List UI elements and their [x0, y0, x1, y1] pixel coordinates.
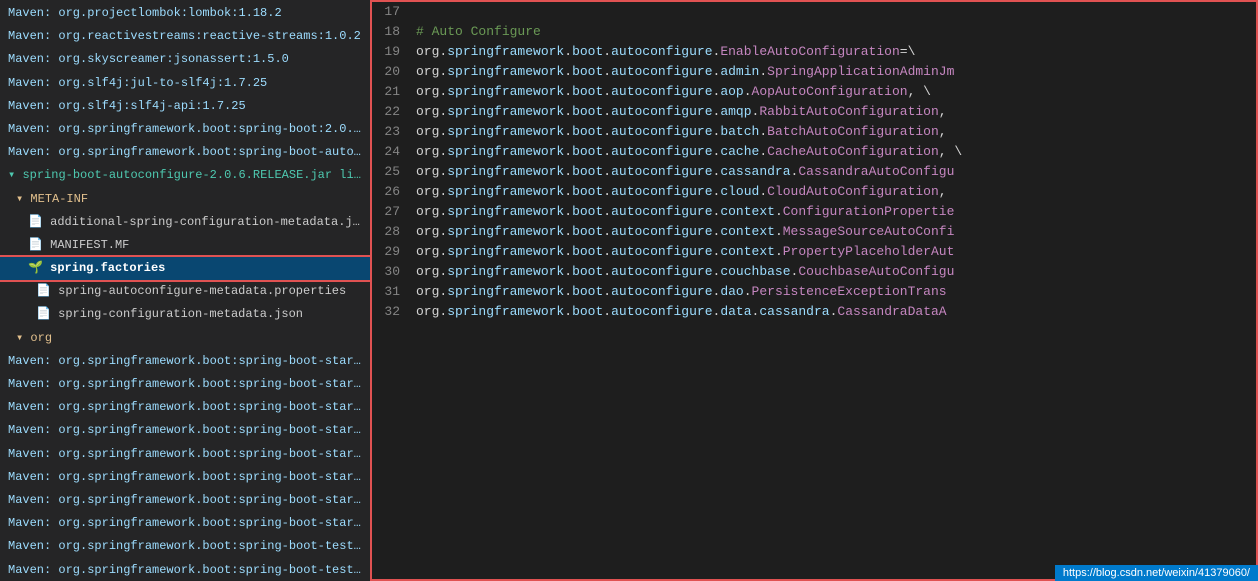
line-content-21: org.springframework.boot.autoconfigure.a… [412, 82, 1256, 102]
line-content-27: org.springframework.boot.autoconfigure.c… [412, 202, 1256, 222]
code-content: 17 18 # Auto Configure 19 org.springfram… [372, 2, 1256, 322]
line-content-31: org.springframework.boot.autoconfigure.d… [412, 282, 1256, 302]
line-num-31: 31 [372, 282, 412, 302]
code-editor-panel: 17 18 # Auto Configure 19 org.springfram… [370, 0, 1258, 581]
line-content-29: org.springframework.boot.autoconfigure.c… [412, 242, 1256, 262]
tree-item-spring-boot[interactable]: Maven: org.springframework.boot:spring-b… [0, 118, 370, 141]
tree-item-starter-loggi[interactable]: Maven: org.springframework.boot:spring-b… [0, 443, 370, 466]
code-line-28: 28 org.springframework.boot.autoconfigur… [372, 222, 1256, 242]
line-content-30: org.springframework.boot.autoconfigure.c… [412, 262, 1256, 282]
tree-item-starter-jdbc[interactable]: Maven: org.springframework.boot:spring-b… [0, 396, 370, 419]
line-num-20: 20 [372, 62, 412, 82]
code-line-18: 18 # Auto Configure [372, 22, 1256, 42]
tree-item-slf4j-api[interactable]: Maven: org.slf4j:slf4j-api:1.7.25 [0, 95, 370, 118]
tree-item-spring-boot-auto[interactable]: Maven: org.springframework.boot:spring-b… [0, 141, 370, 164]
line-num-21: 21 [372, 82, 412, 102]
tree-item-manifest[interactable]: 📄 MANIFEST.MF [0, 234, 370, 257]
line-content-22: org.springframework.boot.autoconfigure.a… [412, 102, 1256, 122]
line-content-26: org.springframework.boot.autoconfigure.c… [412, 182, 1256, 202]
line-num-29: 29 [372, 242, 412, 262]
code-line-21: 21 org.springframework.boot.autoconfigur… [372, 82, 1256, 102]
tree-item-reactive[interactable]: Maven: org.reactivestreams:reactive-stre… [0, 25, 370, 48]
line-num-17: 17 [372, 2, 412, 22]
code-line-23: 23 org.springframework.boot.autoconfigur… [372, 122, 1256, 142]
file-tree-panel[interactable]: Maven: org.projectlombok:lombok:1.18.2 M… [0, 0, 370, 581]
tree-item-autoconfigure-meta[interactable]: 📄 spring-autoconfigure-metadata.properti… [0, 280, 370, 303]
line-num-27: 27 [372, 202, 412, 222]
code-line-17: 17 [372, 2, 1256, 22]
tree-item-jar-autoconfigure[interactable]: ▾ spring-boot-autoconfigure-2.0.6.RELEAS… [0, 164, 370, 187]
line-num-22: 22 [372, 102, 412, 122]
line-content-28: org.springframework.boot.autoconfigure.c… [412, 222, 1256, 242]
line-num-24: 24 [372, 142, 412, 162]
code-line-19: 19 org.springframework.boot.autoconfigur… [372, 42, 1256, 62]
code-line-20: 20 org.springframework.boot.autoconfigur… [372, 62, 1256, 82]
code-line-25: 25 org.springframework.boot.autoconfigur… [372, 162, 1256, 182]
tree-item-additional-json[interactable]: 📄 additional-spring-configuration-metada… [0, 211, 370, 234]
code-line-27: 27 org.springframework.boot.autoconfigur… [372, 202, 1256, 222]
tree-item-jsonassert[interactable]: Maven: org.skyscreamer:jsonassert:1.5.0 [0, 48, 370, 71]
tree-item-lombok[interactable]: Maven: org.projectlombok:lombok:1.18.2 [0, 2, 370, 25]
tree-item-boot-test-autoconf[interactable]: Maven: org.springframework.boot:spring-b… [0, 559, 370, 581]
line-content-25: org.springframework.boot.autoconfigure.c… [412, 162, 1256, 182]
tree-item-boot-test[interactable]: Maven: org.springframework.boot:spring-b… [0, 535, 370, 558]
code-line-31: 31 org.springframework.boot.autoconfigur… [372, 282, 1256, 302]
line-num-28: 28 [372, 222, 412, 242]
line-num-18: 18 [372, 22, 412, 42]
line-num-30: 30 [372, 262, 412, 282]
code-line-29: 29 org.springframework.boot.autoconfigur… [372, 242, 1256, 262]
code-line-22: 22 org.springframework.boot.autoconfigur… [372, 102, 1256, 122]
line-content-32: org.springframework.boot.autoconfigure.d… [412, 302, 1256, 322]
tree-item-meta-inf[interactable]: ▾ META-INF [0, 188, 370, 211]
line-num-19: 19 [372, 42, 412, 62]
code-line-26: 26 org.springframework.boot.autoconfigur… [372, 182, 1256, 202]
code-line-32: 32 org.springframework.boot.autoconfigur… [372, 302, 1256, 322]
line-content-19: org.springframework.boot.autoconfigure.E… [412, 42, 1256, 62]
line-content-23: org.springframework.boot.autoconfigure.b… [412, 122, 1256, 142]
url-bar: https://blog.csdn.net/weixin/41379060/ [1055, 565, 1258, 581]
line-content-20: org.springframework.boot.autoconfigure.a… [412, 62, 1256, 82]
tree-item-spring-config-meta[interactable]: 📄 spring-configuration-metadata.json [0, 303, 370, 326]
line-num-23: 23 [372, 122, 412, 142]
tree-item-slf4j-jul[interactable]: Maven: org.slf4j:jul-to-slf4j:1.7.25 [0, 72, 370, 95]
line-content-24: org.springframework.boot.autoconfigure.c… [412, 142, 1256, 162]
tree-item-starter-tomca[interactable]: Maven: org.springframework.boot:spring-b… [0, 489, 370, 512]
tree-item-spring-factories[interactable]: 🌱 spring.factories [0, 257, 370, 280]
tree-item-starter[interactable]: Maven: org.springframework.boot:spring-b… [0, 350, 370, 373]
tree-item-starter-json[interactable]: Maven: org.springframework.boot:spring-b… [0, 419, 370, 442]
line-content-18: # Auto Configure [412, 22, 1256, 42]
tree-item-starter-web[interactable]: Maven: org.springframework.boot:spring-b… [0, 512, 370, 535]
code-line-30: 30 org.springframework.boot.autoconfigur… [372, 262, 1256, 282]
line-num-25: 25 [372, 162, 412, 182]
tree-item-org[interactable]: ▾ org [0, 327, 370, 350]
code-line-24: 24 org.springframework.boot.autoconfigur… [372, 142, 1256, 162]
line-num-26: 26 [372, 182, 412, 202]
line-num-32: 32 [372, 302, 412, 322]
tree-item-starter-test[interactable]: Maven: org.springframework.boot:spring-b… [0, 466, 370, 489]
tree-item-starter-data[interactable]: Maven: org.springframework.boot:spring-b… [0, 373, 370, 396]
